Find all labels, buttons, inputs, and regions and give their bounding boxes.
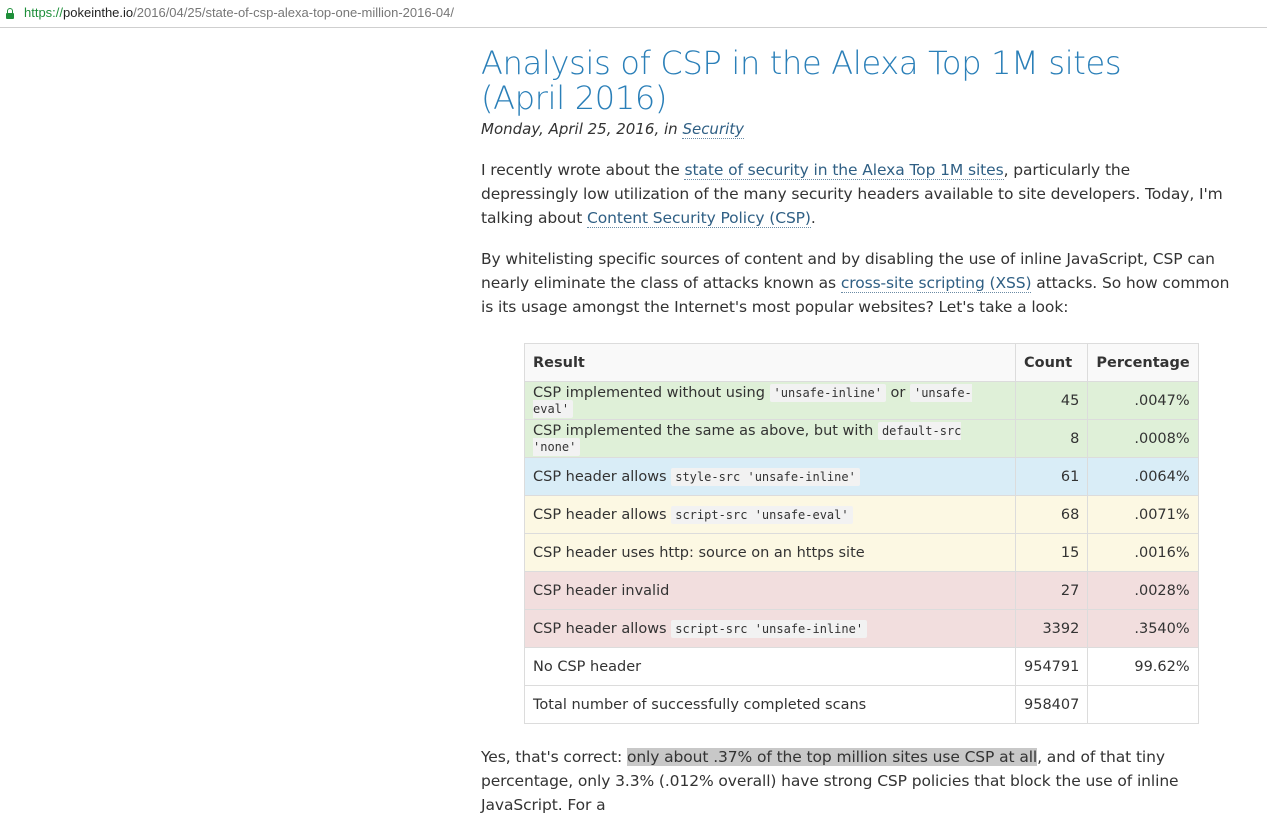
result-cell: CSP header allows style-src 'unsafe-inli…: [524, 457, 1016, 496]
code-snippet: 'unsafe-inline': [769, 383, 886, 402]
count-cell: 68: [1014, 495, 1089, 534]
category-link[interactable]: Security: [682, 120, 745, 139]
percentage-cell: .0016%: [1087, 533, 1199, 572]
percentage-cell: .3540%: [1087, 609, 1199, 648]
result-cell: No CSP header: [524, 647, 1016, 686]
table-row: CSP implemented the same as above, but w…: [524, 419, 1199, 458]
table-row: Total number of successfully completed s…: [524, 685, 1199, 724]
result-cell: CSP header invalid: [524, 571, 1016, 610]
table-row: CSP implemented without using 'unsafe-in…: [524, 381, 1199, 420]
table-row: No CSP header 954791 99.62%: [524, 647, 1199, 686]
code-snippet: script-src 'unsafe-eval': [671, 505, 853, 524]
header-percentage: Percentage: [1087, 343, 1199, 382]
percentage-cell: .0047%: [1087, 381, 1199, 420]
count-cell: 45: [1014, 381, 1089, 420]
table-row: CSP header uses http: source on an https…: [524, 533, 1199, 572]
header-count: Count: [1014, 343, 1089, 382]
table-row: CSP header allows script-src 'unsafe-inl…: [524, 609, 1199, 648]
result-cell: CSP header uses http: source on an https…: [524, 533, 1016, 572]
table-row: CSP header allows style-src 'unsafe-inli…: [524, 457, 1199, 496]
percentage-cell: .0008%: [1087, 419, 1199, 458]
code-snippet: style-src 'unsafe-inline': [671, 467, 860, 486]
result-cell: CSP implemented without using 'unsafe-in…: [524, 381, 1016, 420]
link-state-of-security[interactable]: state of security in the Alexa Top 1M si…: [684, 161, 1004, 180]
count-cell: 954791: [1014, 647, 1089, 686]
result-cell: CSP implemented the same as above, but w…: [524, 419, 1016, 458]
article-date: Monday, April 25, 2016, in: [481, 120, 678, 138]
result-cell: CSP header allows script-src 'unsafe-eva…: [524, 495, 1016, 534]
paragraph-intro: I recently wrote about the state of secu…: [481, 161, 1223, 228]
article-title: Analysis of CSP in the Alexa Top 1M site…: [481, 44, 1122, 117]
lock-icon: [6, 8, 14, 19]
url-text[interactable]: https://pokeinthe.io/2016/04/25/state-of…: [24, 5, 454, 21]
article: Analysis of CSP in the Alexa Top 1M site…: [481, 46, 1241, 319]
highlighted-text[interactable]: only about .37% of the top million sites…: [626, 748, 1037, 766]
count-cell: 15: [1014, 533, 1089, 572]
count-cell: 8: [1014, 419, 1089, 458]
percentage-cell: 99.62%: [1087, 647, 1199, 686]
result-cell: Total number of successfully completed s…: [524, 685, 1016, 724]
count-cell: 27: [1014, 571, 1089, 610]
header-result: Result: [524, 343, 1016, 382]
percentage-cell: .0028%: [1087, 571, 1199, 610]
address-bar[interactable]: https://pokeinthe.io/2016/04/25/state-of…: [0, 0, 1267, 28]
paragraph-xss: By whitelisting specific sources of cont…: [481, 250, 1230, 316]
percentage-cell: [1087, 685, 1199, 724]
results-table: Result Count Percentage CSP implemented …: [524, 343, 1199, 724]
count-cell: 3392: [1014, 609, 1089, 648]
table-row: CSP header allows script-src 'unsafe-eva…: [524, 495, 1199, 534]
code-snippet: script-src 'unsafe-inline': [671, 619, 868, 638]
percentage-cell: .0071%: [1087, 495, 1199, 534]
table-header-row: Result Count Percentage: [524, 343, 1199, 382]
link-xss[interactable]: cross-site scripting (XSS): [840, 274, 1032, 293]
paragraph-conclusion: Yes, that's correct: only about .37% of …: [481, 748, 1179, 814]
count-cell: 958407: [1014, 685, 1089, 724]
article-meta: Monday, April 25, 2016, in Security: [481, 120, 1241, 139]
link-csp[interactable]: Content Security Policy (CSP): [587, 209, 811, 228]
count-cell: 61: [1014, 457, 1089, 496]
table-row: CSP header invalid 27 .0028%: [524, 571, 1199, 610]
percentage-cell: .0064%: [1087, 457, 1199, 496]
result-cell: CSP header allows script-src 'unsafe-inl…: [524, 609, 1016, 648]
